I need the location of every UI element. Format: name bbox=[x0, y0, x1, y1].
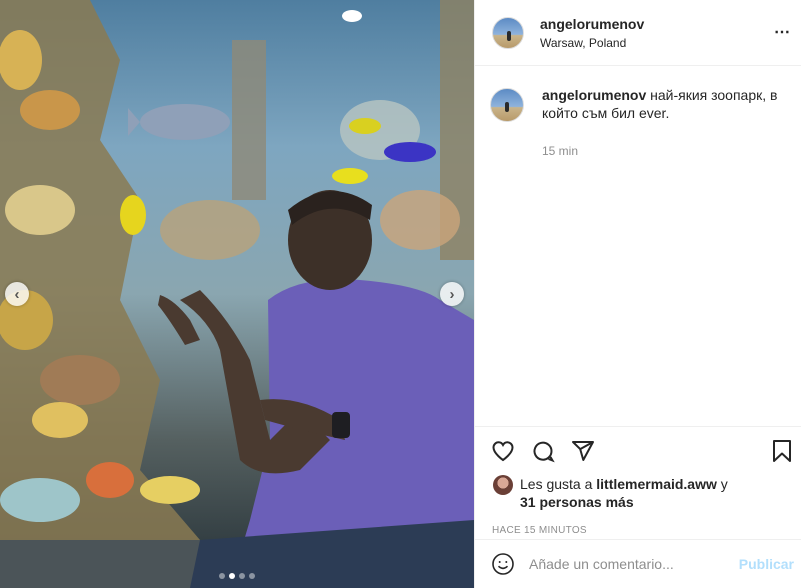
publish-button[interactable]: Publicar bbox=[739, 556, 794, 572]
comments-section: angelorumenov най-якия зоопарк, в който … bbox=[475, 66, 801, 426]
actions-area: Les gusta a littlemermaid.aww y 31 perso… bbox=[475, 426, 801, 536]
carousel-dot bbox=[219, 573, 225, 579]
header-location[interactable]: Warsaw, Poland bbox=[540, 36, 644, 50]
emoji-icon[interactable] bbox=[491, 552, 515, 576]
bookmark-icon[interactable] bbox=[770, 439, 794, 468]
carousel-next-button[interactable]: › bbox=[440, 282, 464, 306]
comment-icon[interactable] bbox=[531, 439, 555, 463]
likes-summary: Les gusta a littlemermaid.aww y 31 perso… bbox=[475, 475, 801, 511]
post-side-panel: angelorumenov Warsaw, Poland ⋯ angelorum… bbox=[474, 0, 801, 588]
likes-connector: y bbox=[716, 476, 728, 492]
carousel-prev-button[interactable]: ‹ bbox=[5, 282, 29, 306]
carousel-dot bbox=[249, 573, 255, 579]
header-username[interactable]: angelorumenov bbox=[540, 16, 644, 32]
avatar[interactable] bbox=[490, 88, 524, 122]
post-timestamp[interactable]: HACE 15 MINUTOS bbox=[475, 525, 801, 536]
carousel-dot bbox=[239, 573, 245, 579]
add-comment-bar: Publicar bbox=[475, 539, 801, 588]
liker-avatar[interactable] bbox=[493, 475, 513, 495]
share-icon[interactable] bbox=[571, 439, 595, 463]
caption-comment: angelorumenov най-якия зоопарк, в който … bbox=[490, 86, 785, 160]
likes-others-link[interactable]: 31 personas más bbox=[520, 494, 634, 510]
action-bar bbox=[475, 427, 801, 475]
avatar[interactable] bbox=[492, 16, 524, 49]
post-photo[interactable]: ‹ › bbox=[0, 0, 474, 588]
heart-icon[interactable] bbox=[491, 439, 515, 463]
carousel-dot-active bbox=[229, 573, 235, 579]
post-header: angelorumenov Warsaw, Poland ⋯ bbox=[475, 0, 801, 66]
caption-time: 15 min bbox=[542, 144, 579, 158]
comment-input[interactable] bbox=[529, 556, 729, 572]
liker-username[interactable]: littlemermaid.aww bbox=[596, 476, 717, 492]
more-options-icon[interactable]: ⋯ bbox=[774, 22, 791, 42]
likes-prefix: Les gusta a bbox=[520, 476, 597, 492]
carousel-indicator bbox=[0, 573, 474, 579]
caption-username[interactable]: angelorumenov bbox=[542, 87, 646, 103]
aquarium-photo bbox=[0, 0, 474, 588]
